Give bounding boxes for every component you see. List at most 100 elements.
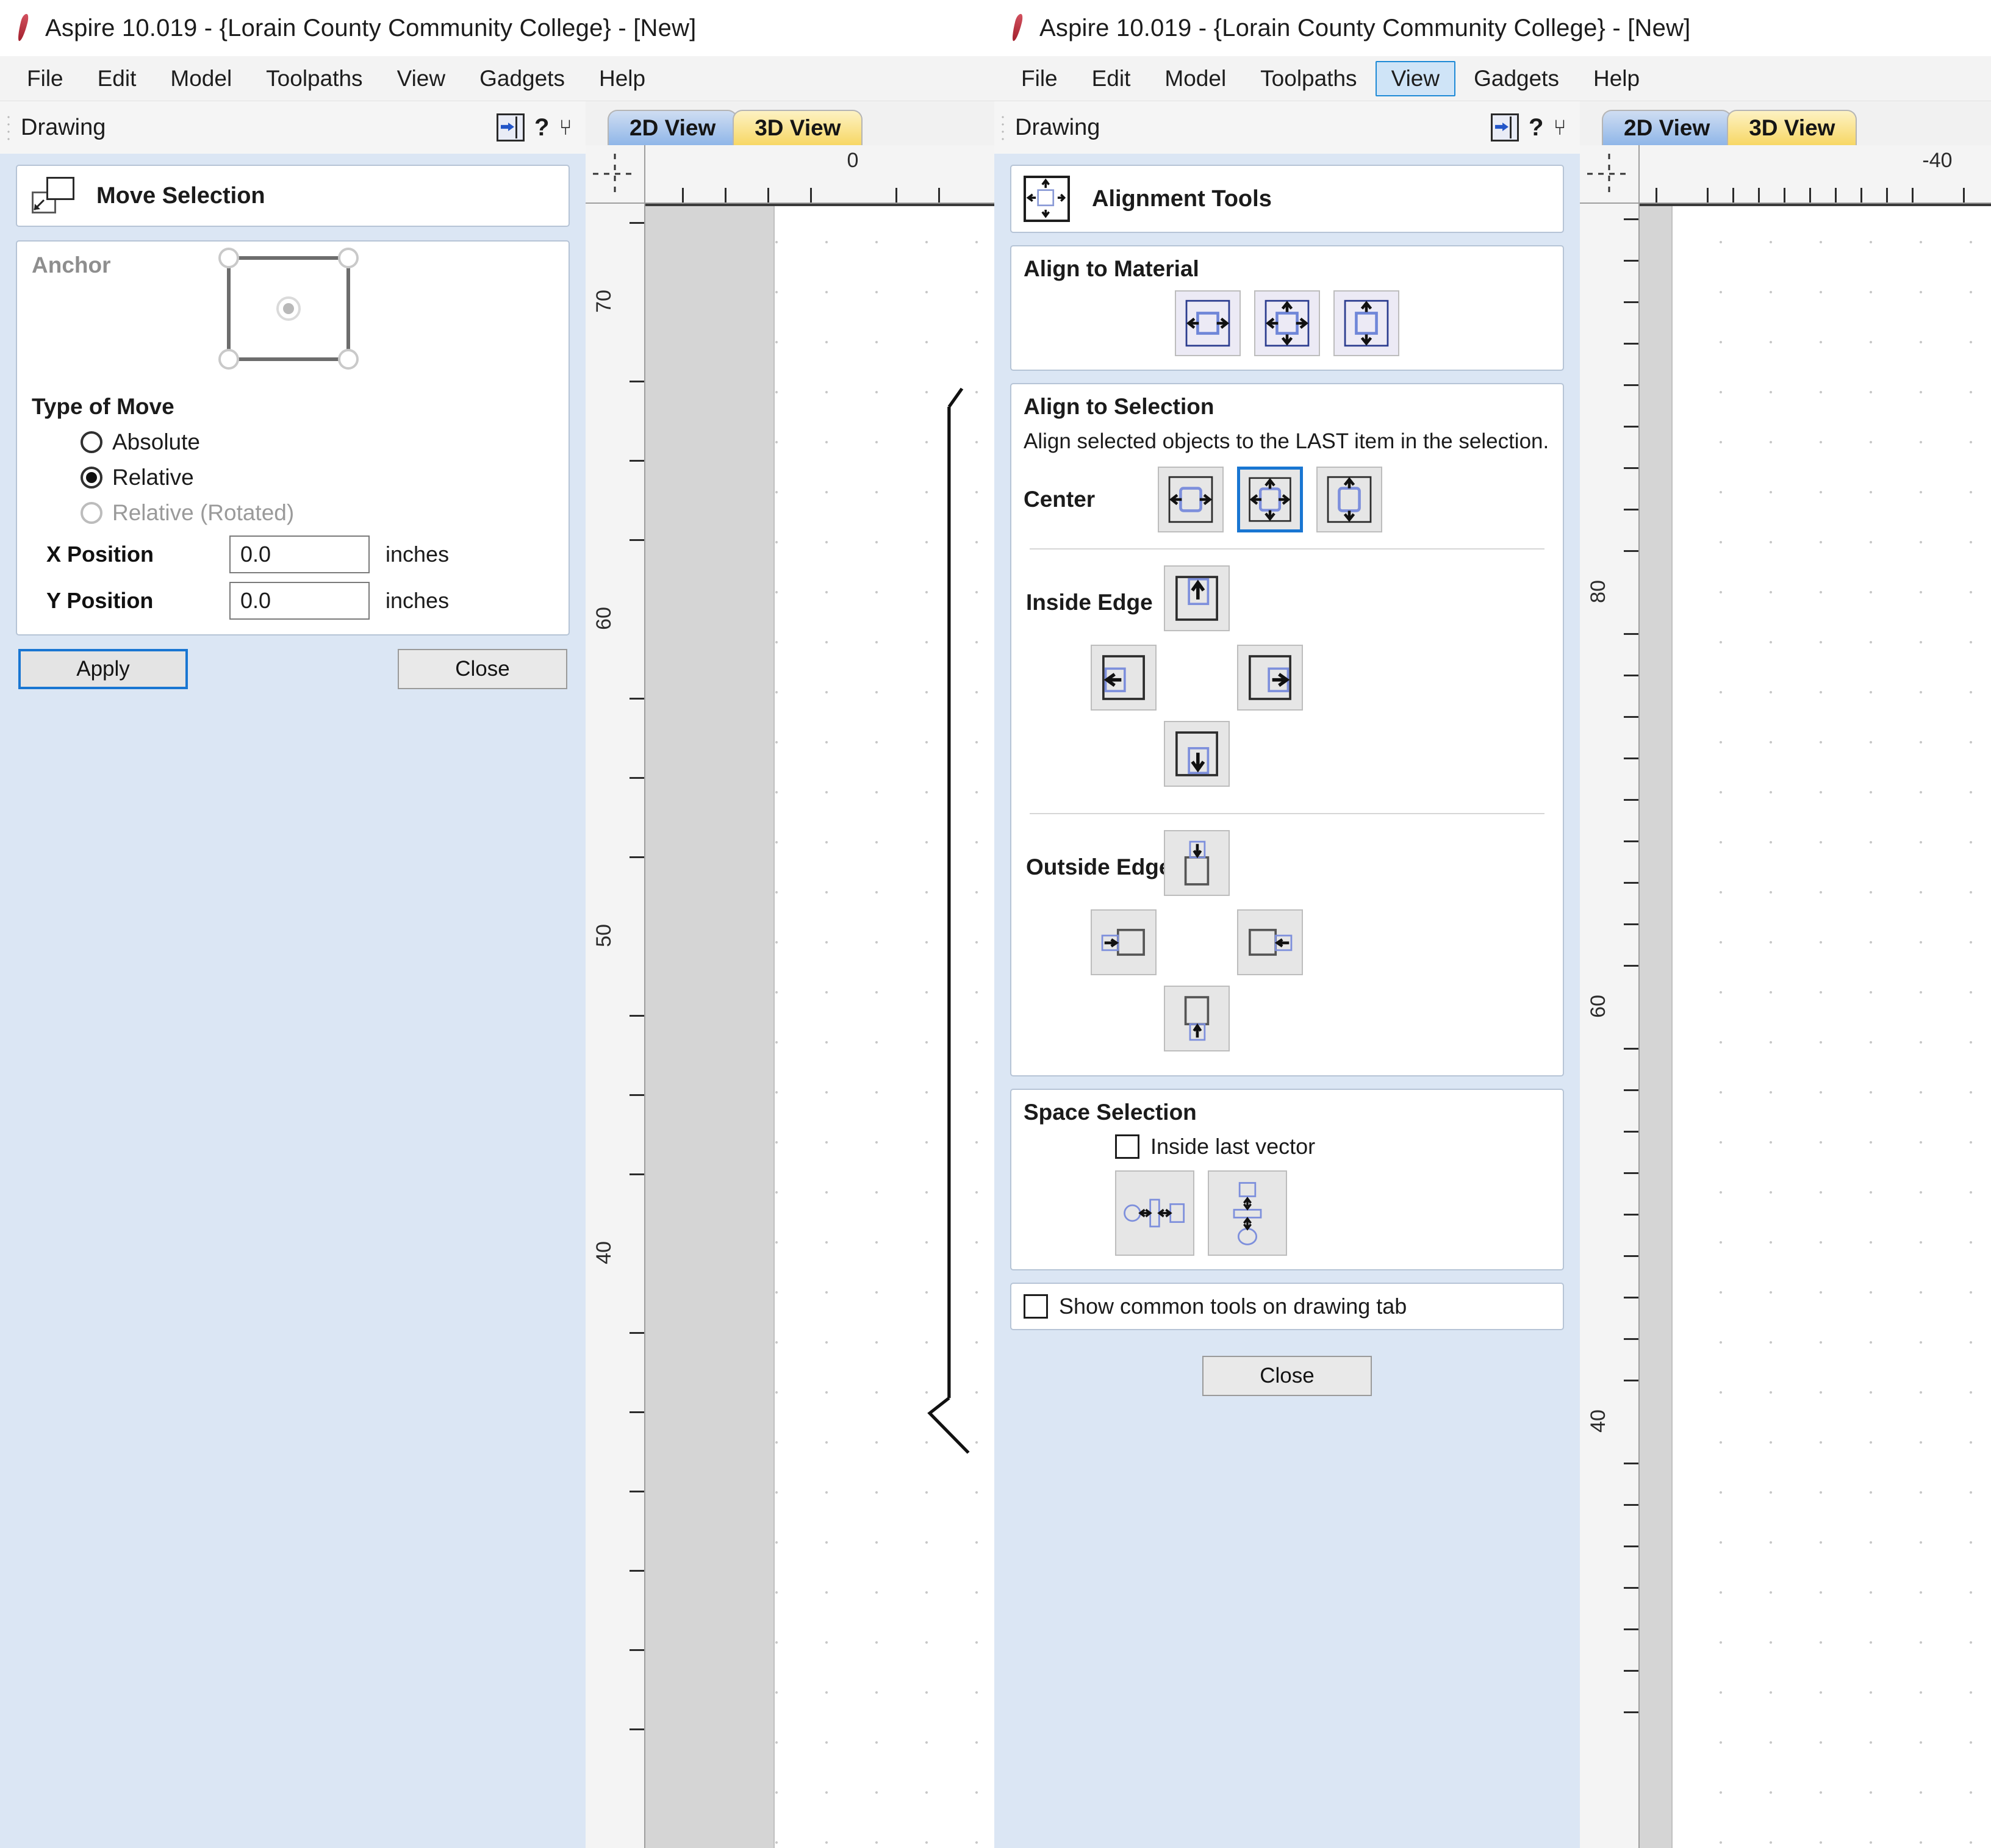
space-vertical-icon xyxy=(1233,1181,1262,1245)
help-icon[interactable]: ? xyxy=(534,114,549,141)
titlebar-left: Aspire 10.019 - {Lorain County Community… xyxy=(0,0,994,56)
menu-edit[interactable]: Edit xyxy=(82,61,152,96)
show-common-tools-label: Show common tools on drawing tab xyxy=(1059,1293,1407,1319)
x-position-label: X Position xyxy=(46,542,154,567)
tool-title: Alignment Tools xyxy=(1092,185,1272,212)
auto-hide-icon[interactable] xyxy=(1490,113,1519,141)
vector-artwork[interactable] xyxy=(645,206,994,1848)
menu-model[interactable]: Model xyxy=(154,61,248,96)
align-material-center-vertical-button[interactable] xyxy=(1333,290,1399,356)
menu-edit[interactable]: Edit xyxy=(1076,61,1147,96)
y-position-unit: inches xyxy=(386,588,450,613)
inside-last-vector-row[interactable]: Inside last vector xyxy=(1115,1134,1551,1159)
align-material-center-horizontal-button[interactable] xyxy=(1175,290,1241,356)
radio-relative[interactable]: Relative xyxy=(81,465,554,490)
menu-file[interactable]: File xyxy=(1005,61,1074,96)
show-common-tools-row[interactable]: Show common tools on drawing tab xyxy=(1024,1294,1551,1319)
center-both-button[interactable] xyxy=(1237,466,1303,532)
outside-edge-left-button[interactable] xyxy=(1091,909,1157,975)
space-horizontally-button[interactable] xyxy=(1115,1170,1194,1256)
type-of-move-label: Type of Move xyxy=(32,394,174,419)
anchor-point-bottom-right[interactable] xyxy=(338,349,359,370)
menu-gadgets[interactable]: Gadgets xyxy=(464,61,581,96)
y-position-label: Y Position xyxy=(46,588,154,613)
inside-edge-left-button[interactable] xyxy=(1091,644,1157,711)
anchor-point-bottom-left[interactable] xyxy=(218,349,239,370)
center-horizontal-icon xyxy=(1168,476,1213,523)
pin-icon[interactable]: ⑂ xyxy=(1553,115,1566,140)
drawing-canvas-left[interactable] xyxy=(645,204,994,1848)
anchor-point-top-left[interactable] xyxy=(218,248,239,268)
radio-absolute[interactable]: Absolute xyxy=(81,429,554,455)
center-both-icon xyxy=(1249,477,1291,522)
space-vertically-button[interactable] xyxy=(1208,1170,1287,1256)
x-position-row: X Position 0.0 inches xyxy=(46,535,554,573)
menu-view[interactable]: View xyxy=(1375,60,1456,96)
vertical-ruler-left[interactable]: 70 60 50 40 xyxy=(586,204,645,1848)
drawing-canvas-right[interactable] xyxy=(1640,204,1991,1848)
inside-edge-bottom-button[interactable] xyxy=(1164,720,1230,787)
y-position-input[interactable]: 0.0 xyxy=(229,582,370,620)
outside-edge-bottom-button[interactable] xyxy=(1164,985,1230,1051)
menu-toolpaths[interactable]: Toolpaths xyxy=(1244,61,1372,96)
inside-edge-top-button[interactable] xyxy=(1164,565,1230,631)
tab-2d-view[interactable]: 2D View xyxy=(1602,110,1732,145)
menu-gadgets[interactable]: Gadgets xyxy=(1458,61,1575,96)
show-common-tools-checkbox[interactable] xyxy=(1024,1294,1048,1319)
anchor-point-center[interactable] xyxy=(276,296,301,321)
menubar-right: File Edit Model Toolpaths View Gadgets H… xyxy=(994,56,1991,101)
center-vertical-icon xyxy=(1327,476,1372,523)
ruler-origin-icon[interactable] xyxy=(1580,145,1640,204)
outside-edge-top-button[interactable] xyxy=(1164,829,1230,896)
tab-2d-view[interactable]: 2D View xyxy=(608,110,738,145)
inside-edge-right-button[interactable] xyxy=(1237,644,1303,711)
inside-last-vector-checkbox[interactable] xyxy=(1115,1134,1139,1159)
anchor-point-top-right[interactable] xyxy=(338,248,359,268)
anchor-grid[interactable] xyxy=(218,248,359,370)
anchor-label: Anchor xyxy=(32,252,111,278)
x-position-unit: inches xyxy=(386,542,450,567)
horizontal-ruler-right[interactable]: -40 xyxy=(1640,145,1991,204)
ruler-origin-icon[interactable] xyxy=(586,145,645,204)
vertical-ruler-right[interactable]: 80 60 40 xyxy=(1580,204,1640,1848)
alignment-tools-window: Aspire 10.019 - {Lorain County Community… xyxy=(994,0,1991,1848)
auto-hide-icon[interactable] xyxy=(496,113,525,141)
panel-grip[interactable] xyxy=(6,113,12,141)
menubar-left: File Edit Model Toolpaths View Gadgets H… xyxy=(0,56,994,101)
close-button[interactable]: Close xyxy=(398,649,567,689)
tab-3d-view[interactable]: 3D View xyxy=(1727,110,1857,145)
panel-grip[interactable] xyxy=(1000,113,1006,141)
y-position-row: Y Position 0.0 inches xyxy=(46,582,554,620)
center-label: Center xyxy=(1024,486,1096,512)
arrow-up-icon xyxy=(1184,995,1210,1041)
outside-edge-group: Outside Edge xyxy=(1024,829,1551,1062)
pin-icon[interactable]: ⑂ xyxy=(559,115,572,140)
menu-model[interactable]: Model xyxy=(1149,61,1242,96)
align-to-material-group: Align to Material xyxy=(1010,245,1564,371)
align-to-selection-heading: Align to Selection xyxy=(1024,394,1214,419)
window-title: Aspire 10.019 - {Lorain County Community… xyxy=(45,14,697,41)
panel-header-left: Drawing ? ⑂ xyxy=(0,101,586,154)
outside-edge-label: Outside Edge xyxy=(1026,854,1172,879)
view-tabs-left: 2D View 3D View xyxy=(586,101,994,145)
center-horizontal-button[interactable] xyxy=(1158,466,1224,532)
alignment-tools-header-card: Alignment Tools xyxy=(1010,165,1564,233)
v-ruler-label-40: 40 xyxy=(1587,1409,1610,1433)
center-vertical-button[interactable] xyxy=(1316,466,1382,532)
help-icon[interactable]: ? xyxy=(1529,114,1543,141)
tab-3d-view[interactable]: 3D View xyxy=(733,110,863,145)
close-button[interactable]: Close xyxy=(1202,1355,1372,1396)
x-position-input[interactable]: 0.0 xyxy=(229,535,370,573)
center-vertical-icon xyxy=(1344,299,1389,347)
menu-help[interactable]: Help xyxy=(583,61,661,96)
inside-last-vector-label: Inside last vector xyxy=(1150,1133,1316,1159)
menu-toolpaths[interactable]: Toolpaths xyxy=(250,61,378,96)
radio-relative-label: Relative xyxy=(112,465,194,490)
apply-button[interactable]: Apply xyxy=(18,649,188,689)
menu-view[interactable]: View xyxy=(381,61,462,96)
align-material-center-both-button[interactable] xyxy=(1254,290,1320,356)
menu-help[interactable]: Help xyxy=(1577,61,1656,96)
outside-edge-right-button[interactable] xyxy=(1237,909,1303,975)
horizontal-ruler-left[interactable]: 0 xyxy=(645,145,994,204)
menu-file[interactable]: File xyxy=(11,61,79,96)
